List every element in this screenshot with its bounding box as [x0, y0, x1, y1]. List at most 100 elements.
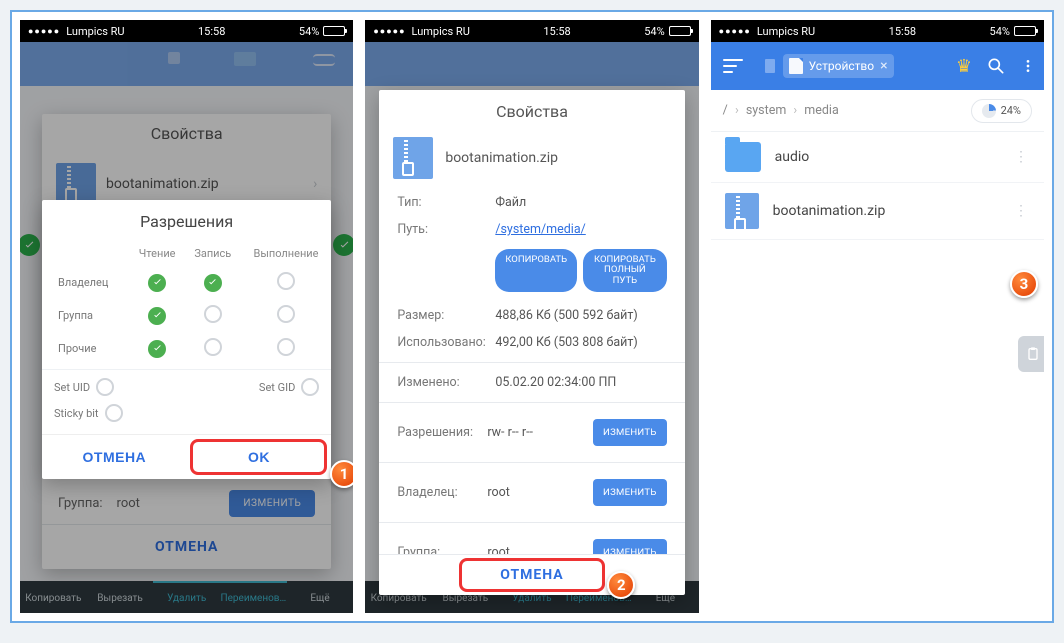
- crumb-media[interactable]: media: [804, 103, 838, 118]
- battery-label: 54%: [299, 25, 319, 38]
- storage-usage-pill[interactable]: 24%: [971, 99, 1032, 123]
- status-time: 15:58: [889, 25, 916, 38]
- battery-label: 54%: [644, 25, 664, 38]
- battery-icon: [669, 26, 691, 36]
- sticky-checkbox[interactable]: [105, 404, 123, 422]
- status-time: 15:58: [198, 25, 225, 38]
- item-label: bootanimation.zip: [773, 203, 886, 219]
- row-group: Группа: [42, 299, 129, 332]
- col-write: Запись: [185, 241, 241, 266]
- col-exec: Выполнение: [241, 241, 332, 266]
- location-chip[interactable]: Устройство ×: [783, 54, 894, 78]
- perm-value: rw- r-- r--: [487, 425, 593, 440]
- size-value: 488,86 Кб (500 592 байт): [495, 308, 666, 323]
- owner-read-checkbox[interactable]: [148, 274, 166, 292]
- phone-2: ●●●●●Lumpics RU 15:58 54% Копировать Выр…: [365, 20, 698, 613]
- signal-dots-icon: ●●●●●: [373, 26, 405, 37]
- battery-label: 54%: [990, 25, 1010, 38]
- crumb-system[interactable]: system: [746, 103, 787, 118]
- used-label: Использовано:: [397, 335, 495, 350]
- close-icon[interactable]: ×: [880, 58, 887, 74]
- copy-fullpath-button[interactable]: КОПИРОВАТЬ ПОЛНЫЙ ПУТЬ: [583, 249, 667, 292]
- owner-exec-checkbox[interactable]: [277, 272, 295, 290]
- group-change-button[interactable]: ИЗМЕНИТЬ: [593, 539, 667, 554]
- signal-dots-icon: ●●●●●: [719, 26, 751, 37]
- perm-change-button[interactable]: ИЗМЕНИТЬ: [593, 419, 667, 446]
- setgid-label: Set GID: [259, 381, 295, 394]
- battery-icon: [323, 26, 345, 36]
- other-write-checkbox[interactable]: [204, 338, 222, 356]
- item-menu-icon[interactable]: ⋮: [1014, 203, 1030, 219]
- owner-write-checkbox[interactable]: [204, 274, 222, 292]
- setuid-checkbox[interactable]: [96, 378, 114, 396]
- path-link[interactable]: /system/media/: [495, 222, 666, 237]
- size-label: Размер:: [397, 308, 495, 323]
- item-menu-icon[interactable]: ⋮: [1014, 149, 1030, 165]
- step-badge-1: 1: [330, 460, 353, 488]
- status-time: 15:58: [543, 25, 570, 38]
- modified-label: Изменено:: [397, 375, 495, 390]
- col-read: Чтение: [129, 241, 185, 266]
- step-badge-3: 3: [1010, 270, 1038, 298]
- item-label: audio: [775, 149, 810, 165]
- storage-icon: [789, 58, 803, 74]
- group-value: root: [487, 545, 593, 554]
- clipboard-fab[interactable]: [1018, 336, 1044, 372]
- properties-cancel-button[interactable]: ОТМЕНА: [379, 554, 684, 595]
- modified-value: 05.02.20 02:34:00 ПП: [495, 375, 666, 390]
- permissions-title: Разрешения: [42, 200, 331, 241]
- carrier-label: Lumpics RU: [66, 25, 124, 38]
- pie-icon: [982, 104, 996, 118]
- kebab-icon[interactable]: [1020, 56, 1036, 76]
- status-bar: ●●●●● Lumpics RU 15:58 54%: [711, 20, 1044, 42]
- properties-title: Свойства: [379, 90, 684, 133]
- other-exec-checkbox[interactable]: [277, 338, 295, 356]
- permissions-dialog: Разрешения Чтение Запись Выполнение Влад…: [42, 200, 331, 479]
- setgid-checkbox[interactable]: [301, 378, 319, 396]
- list-item[interactable]: bootanimation.zip ⋮: [711, 183, 1044, 240]
- signal-dots-icon: ●●●●●: [28, 26, 60, 37]
- crown-icon[interactable]: ♛: [956, 56, 972, 77]
- group-write-checkbox[interactable]: [204, 305, 222, 323]
- zip-icon: [393, 137, 433, 179]
- owner-label: Владелец:: [397, 485, 487, 500]
- type-label: Тип:: [397, 195, 495, 210]
- phone-3: ●●●●● Lumpics RU 15:58 54% Устройство × ♛: [711, 20, 1044, 613]
- copy-path-button[interactable]: КОПИРОВАТЬ: [495, 249, 577, 292]
- crumb-root[interactable]: /: [723, 103, 728, 118]
- permissions-ok-button[interactable]: OK: [187, 435, 332, 479]
- folder-icon: [725, 142, 761, 172]
- used-value: 492,00 Кб (503 808 байт): [495, 335, 666, 350]
- group-exec-checkbox[interactable]: [277, 305, 295, 323]
- status-bar: ●●●●● Lumpics RU 15:58 54%: [20, 20, 353, 42]
- permissions-cancel-button[interactable]: ОТМЕНА: [42, 435, 187, 479]
- sd-icon[interactable]: [765, 59, 775, 73]
- file-name: bootanimation.zip: [445, 150, 558, 166]
- group-read-checkbox[interactable]: [148, 307, 166, 325]
- properties-dialog: Свойства bootanimation.zip Тип:Файл Путь…: [379, 90, 684, 595]
- row-owner: Владелец: [42, 266, 129, 299]
- breadcrumb: / › system › media 24%: [711, 90, 1044, 132]
- other-read-checkbox[interactable]: [148, 340, 166, 358]
- group-label: Группа:: [397, 545, 487, 554]
- list-item[interactable]: audio ⋮: [711, 132, 1044, 183]
- chevron-right-icon: ›: [789, 103, 801, 118]
- type-value: Файл: [495, 195, 666, 210]
- path-label: Путь:: [397, 222, 495, 237]
- owner-value: root: [487, 485, 593, 500]
- search-icon[interactable]: [980, 56, 1012, 76]
- cancel-label: ОТМЕНА: [500, 567, 563, 583]
- zip-icon: [725, 193, 759, 229]
- usage-value: 24%: [1001, 104, 1021, 117]
- menu-icon[interactable]: [723, 59, 743, 73]
- chevron-right-icon: ›: [731, 103, 743, 118]
- owner-change-button[interactable]: ИЗМЕНИТЬ: [593, 479, 667, 506]
- setuid-label: Set UID: [54, 381, 90, 394]
- carrier-label: Lumpics RU: [412, 25, 470, 38]
- perm-label: Разрешения:: [397, 425, 487, 440]
- sticky-label: Sticky bit: [54, 407, 99, 420]
- battery-icon: [1014, 26, 1036, 36]
- carrier-label: Lumpics RU: [757, 25, 815, 38]
- location-label: Устройство: [809, 59, 874, 73]
- phone-1: ●●●●●Lumpics RU 15:58 54% Свойства boota…: [20, 20, 353, 613]
